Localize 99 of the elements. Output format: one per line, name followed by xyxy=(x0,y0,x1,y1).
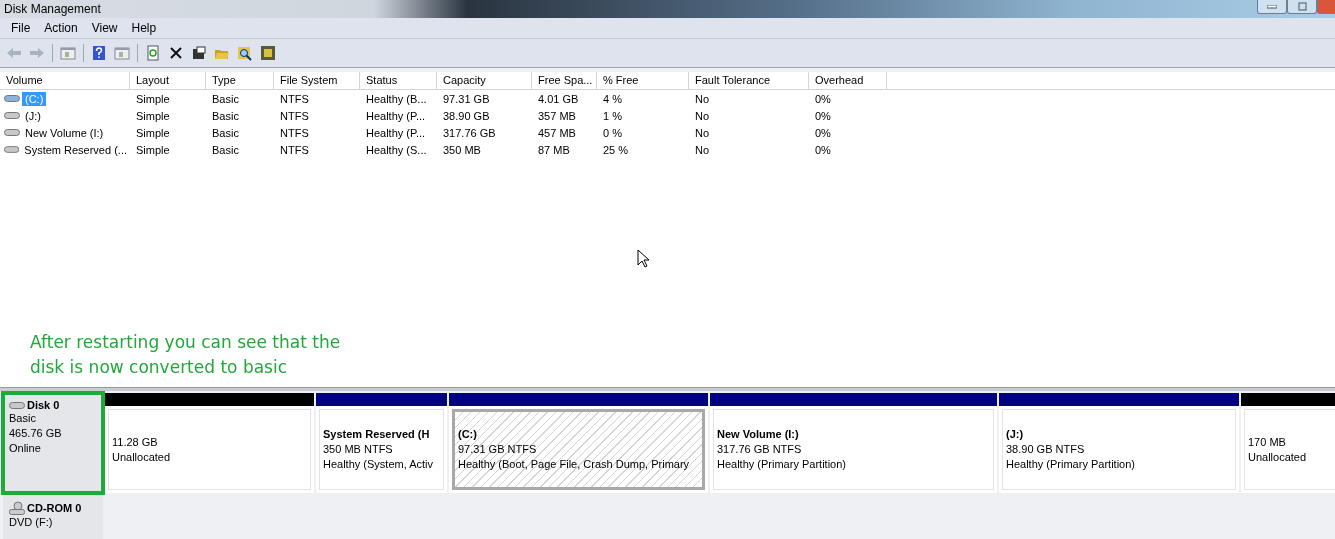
delete-icon xyxy=(168,45,184,61)
minimize-button[interactable] xyxy=(1257,0,1287,14)
table-cell-text: Healthy (P... xyxy=(365,109,427,122)
table-cell-text: Basic xyxy=(211,109,240,122)
table-cell-text: 0 % xyxy=(602,126,623,139)
table-cell-text: Basic xyxy=(211,92,240,105)
minimize-icon xyxy=(1267,4,1277,9)
column-header[interactable]: Overhead xyxy=(809,72,887,89)
partition[interactable]: (J:) 38.90 GB NTFS Healthy (Primary Partition) xyxy=(999,393,1239,493)
column-header[interactable]: Free Spa... xyxy=(532,72,597,89)
menu-item[interactable]: File xyxy=(4,21,38,35)
table-cell-text: NTFS xyxy=(279,109,310,122)
table-cell-text: NTFS xyxy=(279,92,310,105)
table-cell-text: 0% xyxy=(814,126,832,139)
column-header[interactable]: Status xyxy=(360,72,437,89)
partition[interactable]: 11.28 GB Unallocated xyxy=(105,393,314,493)
table-cell-text: 457 MB xyxy=(537,126,577,139)
table-cell-text: NTFS xyxy=(279,143,310,156)
table-cell-text: No xyxy=(694,92,711,105)
table-cell-text: Simple xyxy=(135,126,171,139)
maximize-button[interactable] xyxy=(1287,0,1317,14)
partition[interactable]: System Reserved (H 350 MB NTFS Healthy (System, Activ xyxy=(316,393,447,493)
table-cell-text: No xyxy=(694,109,711,122)
disk-detail: 465.76 GB xyxy=(9,426,63,441)
table-cell-text: 1 % xyxy=(602,109,623,122)
table-cell-text: 350 MB xyxy=(442,143,482,156)
table-cell-text: 0% xyxy=(814,92,832,105)
partition-size: 350 MB NTFS xyxy=(323,442,394,457)
partition-size: 38.90 GB NTFS xyxy=(1006,442,1086,457)
table-cell-text: Simple xyxy=(135,143,171,156)
annotation-text: After restarting you can see that the disk is now converted to basic xyxy=(30,331,341,379)
table-cell-text: 0% xyxy=(814,143,832,156)
table-cell-text: 357 MB xyxy=(537,109,577,122)
disk-label[interactable]: Disk 0 Basic 465.76 GB Online xyxy=(3,393,103,493)
cd-drive-icon xyxy=(9,501,25,515)
partition-name: (J:) xyxy=(1006,427,1025,442)
column-header[interactable]: Fault Tolerance xyxy=(689,72,809,89)
disk-detail: Online xyxy=(9,441,42,456)
disk-name: CD-ROM 0 xyxy=(27,502,82,514)
column-header[interactable]: Type xyxy=(206,72,274,89)
partition-size: 97.31 GB NTFS xyxy=(458,442,538,457)
partition-name: New Volume (I:) xyxy=(717,427,800,442)
disk-name: Disk 0 xyxy=(27,399,60,411)
table-cell-text: 25 % xyxy=(602,143,630,156)
mouse-cursor-icon xyxy=(637,249,650,268)
column-header[interactable]: Capacity xyxy=(437,72,532,89)
table-cell-text: No xyxy=(694,126,711,139)
partition[interactable]: 170 MB Unallocated xyxy=(1241,393,1335,493)
column-header[interactable]: Volume xyxy=(0,72,130,89)
table-cell-text: Healthy (B... xyxy=(365,92,428,105)
partition-status: Unallocated xyxy=(112,449,172,465)
partition-name: System Reserved (H xyxy=(323,427,431,442)
column-header[interactable]: % Free xyxy=(597,72,689,89)
back-arrow-icon xyxy=(6,45,22,61)
drive-label[interactable]: (J:) xyxy=(22,108,44,123)
disk-detail: DVD (F:) xyxy=(9,515,54,530)
partition-size: 317.76 GB NTFS xyxy=(717,442,803,457)
search-icon xyxy=(237,45,253,61)
column-header[interactable]: Layout xyxy=(130,72,206,89)
forward-arrow-icon xyxy=(29,45,45,61)
drive-label[interactable]: New Volume (I:) xyxy=(22,125,107,140)
table-cell-text: 38.90 GB xyxy=(442,109,491,122)
table-cell-text: Simple xyxy=(135,92,171,105)
disk-detail: Basic xyxy=(9,411,37,426)
table-cell-text: Simple xyxy=(135,109,171,122)
drive-label[interactable]: System Reserved (... xyxy=(21,142,130,157)
partition-status: Healthy (Primary Partition) xyxy=(1006,457,1136,472)
table-cell-text: 0% xyxy=(814,109,832,122)
pane-icon xyxy=(60,45,76,61)
table-cell-text: 4.01 GB xyxy=(537,92,580,105)
refresh-icon xyxy=(145,45,161,61)
partition-status: Unallocated xyxy=(1248,449,1308,465)
partition-name: (C:) xyxy=(458,427,478,442)
partition[interactable]: New Volume (I:) 317.76 GB NTFS Healthy (Primary Partition) xyxy=(710,393,997,493)
partition-status: Healthy (Primary Partition) xyxy=(717,457,847,472)
table-cell-text: Basic xyxy=(211,126,240,139)
partition-size: 170 MB xyxy=(1248,434,1287,450)
window-title: Disk Management xyxy=(3,2,101,16)
table-cell-text: Healthy (P... xyxy=(365,126,427,139)
partition[interactable]: (C:) 97.31 GB NTFS Healthy (Boot, Page File, Crash Dump, Primary xyxy=(449,393,708,493)
menu-item[interactable]: View xyxy=(84,21,125,35)
table-cell-text: 317.76 GB xyxy=(442,126,497,139)
table-cell-text: 87 MB xyxy=(537,143,571,156)
column-header[interactable]: File System xyxy=(274,72,360,89)
help-icon xyxy=(91,45,107,61)
disk-label[interactable]: CD-ROM 0 DVD (F:) xyxy=(3,495,103,539)
table-cell-text: No xyxy=(694,143,711,156)
partition-status: Healthy (System, Activ xyxy=(323,457,435,472)
table-cell-text: 97.31 GB xyxy=(442,92,491,105)
table-cell-text: Healthy (S... xyxy=(365,143,428,156)
partition-status: Healthy (Boot, Page File, Crash Dump, Primary xyxy=(458,457,691,472)
maximize-icon xyxy=(1297,2,1307,11)
pane-icon xyxy=(114,45,130,61)
menu-item[interactable]: Action xyxy=(37,21,85,35)
table-cell-text: Basic xyxy=(211,143,240,156)
partition-size: 11.28 GB xyxy=(112,434,159,450)
table-cell-text: NTFS xyxy=(279,126,310,139)
menu-item[interactable]: Help xyxy=(124,21,164,35)
table-cell-text: 4 % xyxy=(602,92,623,105)
